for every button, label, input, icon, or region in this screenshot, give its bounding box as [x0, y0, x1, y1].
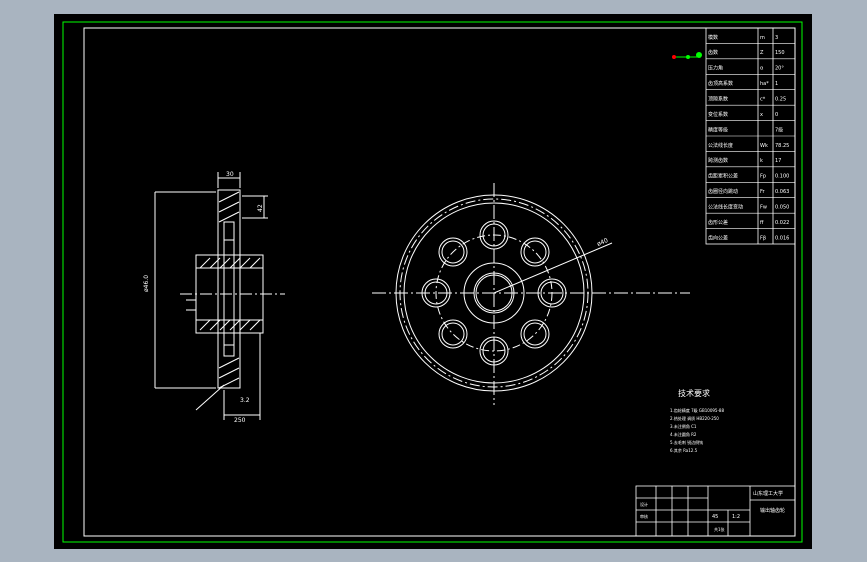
drawing-canvas[interactable] [54, 14, 812, 549]
param-name: 齿距累积公差 [708, 173, 738, 180]
tech-note-line: 6.其余 Ra12.5 [670, 447, 698, 453]
param-value: 0.016 [775, 235, 789, 241]
param-symbol: c* [760, 97, 766, 103]
param-name: 公法线长度 [708, 142, 733, 149]
param-name: 齿圈径向跳动 [708, 188, 738, 195]
param-name: 齿向公差 [708, 234, 728, 241]
title-checker: 审核 [640, 513, 648, 519]
param-symbol: ha* [760, 81, 769, 87]
title-sheet: 共1张 [714, 526, 725, 532]
param-symbol: Z [760, 50, 764, 56]
title-drawing-name: 输出轴齿轮 [760, 507, 785, 514]
param-value: 1 [775, 81, 778, 87]
tech-note-line: 5.去毛刺 锐边倒钝 [670, 439, 703, 445]
param-name: 齿顶高系数 [708, 80, 733, 87]
title-material: 45 [712, 514, 718, 520]
param-name: 精度等级 [708, 126, 728, 133]
tech-note-line: 2.热处理 调质 HB220-250 [670, 415, 719, 421]
side-dim-bottom: 250 [234, 417, 246, 424]
param-symbol: k [760, 158, 763, 164]
param-name: 跨测齿数 [708, 157, 728, 164]
param-value: 0.25 [775, 97, 786, 103]
param-name: 齿数 [708, 49, 718, 56]
tech-notes-title: 技术要求 [678, 388, 710, 398]
param-value: 0 [775, 112, 778, 118]
roughness-label: 3.2 [240, 397, 250, 404]
param-value: 0.100 [775, 174, 789, 180]
param-name: 变位系数 [708, 111, 728, 118]
side-dim-left: ø46.0 [143, 275, 150, 292]
param-symbol: Wk [760, 143, 768, 149]
param-symbol: m [760, 35, 765, 41]
param-value: 0.022 [775, 220, 789, 226]
param-name: 顶隙系数 [708, 96, 728, 103]
param-value: 17 [775, 158, 781, 164]
side-dim-top: 30 [226, 171, 234, 178]
tech-note-line: 4.未注圆角 R2 [670, 431, 697, 437]
side-dim-right: 42 [257, 204, 264, 212]
param-value: 0.050 [775, 205, 789, 211]
param-symbol: Fβ [760, 235, 766, 241]
param-value: 7级 [775, 126, 783, 133]
param-symbol: ff [760, 220, 764, 226]
title-scale: 1:2 [732, 514, 740, 520]
param-value: 3 [775, 35, 778, 41]
param-name: 压力角 [708, 65, 723, 72]
param-name: 模数 [708, 34, 718, 41]
cad-viewport[interactable]: ø46.0 30 42 250 3.2 ø40 技术要求 1.齿轮精度 7级 G… [0, 0, 867, 562]
param-value: 150 [775, 50, 785, 56]
param-value: 20° [775, 66, 784, 72]
param-name: 齿形公差 [708, 219, 728, 226]
param-name: 公法线长度变动 [708, 204, 743, 211]
param-value: 0.063 [775, 189, 789, 195]
tech-note-line: 1.齿轮精度 7级 GB10095-88 [670, 407, 724, 413]
param-symbol: Fw [760, 205, 767, 211]
param-symbol: Fp [760, 174, 766, 180]
title-designer: 设计 [640, 501, 648, 507]
title-school: 山东理工大学 [753, 490, 783, 497]
param-value: 78.25 [775, 143, 789, 149]
param-symbol: x [760, 112, 763, 118]
tech-note-line: 3.未注倒角 C1 [670, 423, 697, 429]
